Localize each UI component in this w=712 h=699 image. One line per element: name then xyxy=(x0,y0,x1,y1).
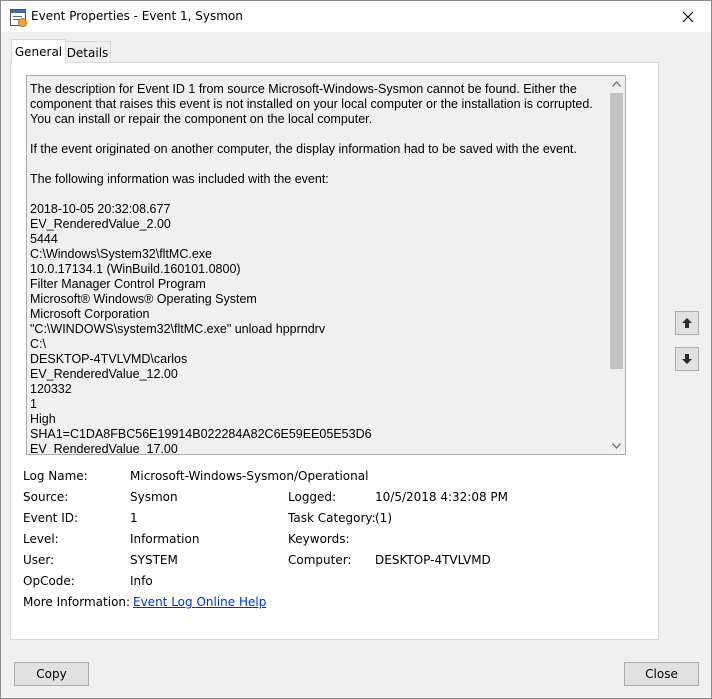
next-event-button[interactable] xyxy=(675,347,699,371)
scroll-down-icon[interactable] xyxy=(612,443,621,449)
event-data-line: DESKTOP-4TVLVMD\carlos xyxy=(30,352,188,366)
logged-label: Logged: xyxy=(288,490,337,504)
event-data-line: SHA1=C1DA8FBC56E19914B022284A82C6E59EE05… xyxy=(30,427,372,441)
event-data-line: C:\ xyxy=(30,337,46,351)
event-id-value: 1 xyxy=(130,511,138,525)
logged-value: 10/5/2018 4:32:08 PM xyxy=(375,490,509,504)
source-label: Source: xyxy=(23,490,69,504)
close-icon xyxy=(682,11,694,22)
user-label: User: xyxy=(23,553,55,567)
level-label: Level: xyxy=(23,532,59,546)
arrow-up-icon xyxy=(682,318,692,328)
event-data-line: 1 xyxy=(30,397,37,411)
scrollbar-thumb[interactable] xyxy=(610,93,623,369)
copy-button[interactable]: Copy xyxy=(14,662,89,686)
title-bar: Event Properties - Event 1, Sysmon xyxy=(1,1,711,32)
general-tab-panel: The description for Event ID 1 from sour… xyxy=(10,62,659,640)
more-info-label: More Information: xyxy=(23,595,131,609)
description-paragraph: If the event originated on another compu… xyxy=(30,142,577,156)
window-title: Event Properties - Event 1, Sysmon xyxy=(31,9,243,23)
scroll-up-icon[interactable] xyxy=(612,81,621,87)
event-data-line: Microsoft® Windows® Operating System xyxy=(30,292,257,306)
event-data-line: EV_RenderedValue_12.00 xyxy=(30,367,178,381)
tab-details[interactable]: Details xyxy=(64,41,111,64)
opcode-value: Info xyxy=(130,574,153,588)
close-button[interactable]: Close xyxy=(624,662,699,686)
log-name-label: Log Name: xyxy=(23,469,88,483)
event-data-line: "C:\WINDOWS\system32\fltMC.exe" unload h… xyxy=(30,322,326,336)
event-data-line: EV_RenderedValue_17.00 xyxy=(30,442,178,455)
log-name-value: Microsoft-Windows-Sysmon/Operational xyxy=(130,469,369,483)
field-row-event-id: Event ID: 1 Task Category: (1) xyxy=(23,511,643,529)
event-description-text: The description for Event ID 1 from sour… xyxy=(30,82,605,455)
event-data-line: C:\Windows\System32\fltMC.exe xyxy=(30,247,212,261)
previous-event-button[interactable] xyxy=(675,311,699,335)
task-category-label: Task Category: xyxy=(288,511,376,525)
event-data-line: Filter Manager Control Program xyxy=(30,277,206,291)
event-data-line: 2018-10-05 20:32:08.677 xyxy=(30,202,171,216)
keywords-label: Keywords: xyxy=(288,532,350,546)
description-paragraph: The following information was included w… xyxy=(30,172,329,186)
field-row-level: Level: Information Keywords: xyxy=(23,532,643,550)
event-data-line: Microsoft Corporation xyxy=(30,307,150,321)
event-log-online-help-link[interactable]: Event Log Online Help xyxy=(133,595,266,609)
task-category-value: (1) xyxy=(375,511,392,525)
field-row-more-info: More Information: Event Log Online Help xyxy=(23,595,423,613)
event-id-label: Event ID: xyxy=(23,511,79,525)
computer-value: DESKTOP-4TVLVMD xyxy=(375,553,491,567)
tab-general[interactable]: General xyxy=(11,39,66,64)
event-data-line: 10.0.17134.1 (WinBuild.160101.0800) xyxy=(30,262,241,276)
event-data-line: High xyxy=(30,412,56,426)
level-value: Information xyxy=(130,532,200,546)
description-paragraph: The description for Event ID 1 from sour… xyxy=(30,82,593,126)
event-data-line: EV_RenderedValue_2.00 xyxy=(30,217,171,231)
computer-label: Computer: xyxy=(288,553,352,567)
field-row-user: User: SYSTEM Computer: DESKTOP-4TVLVMD xyxy=(23,553,643,571)
close-window-button[interactable] xyxy=(665,1,711,32)
source-value: Sysmon xyxy=(130,490,178,504)
event-data-line: 120332 xyxy=(30,382,72,396)
event-description-box[interactable]: The description for Event ID 1 from sour… xyxy=(26,75,626,455)
event-properties-window: Event Properties - Event 1, Sysmon Gener… xyxy=(0,0,712,699)
event-data-line: 5444 xyxy=(30,232,58,246)
field-row-source: Source: Sysmon Logged: 10/5/2018 4:32:08… xyxy=(23,490,643,508)
arrow-down-icon xyxy=(682,354,692,364)
opcode-label: OpCode: xyxy=(23,574,75,588)
description-scrollbar[interactable] xyxy=(608,76,625,454)
user-value: SYSTEM xyxy=(130,553,178,567)
event-viewer-icon xyxy=(10,9,27,27)
